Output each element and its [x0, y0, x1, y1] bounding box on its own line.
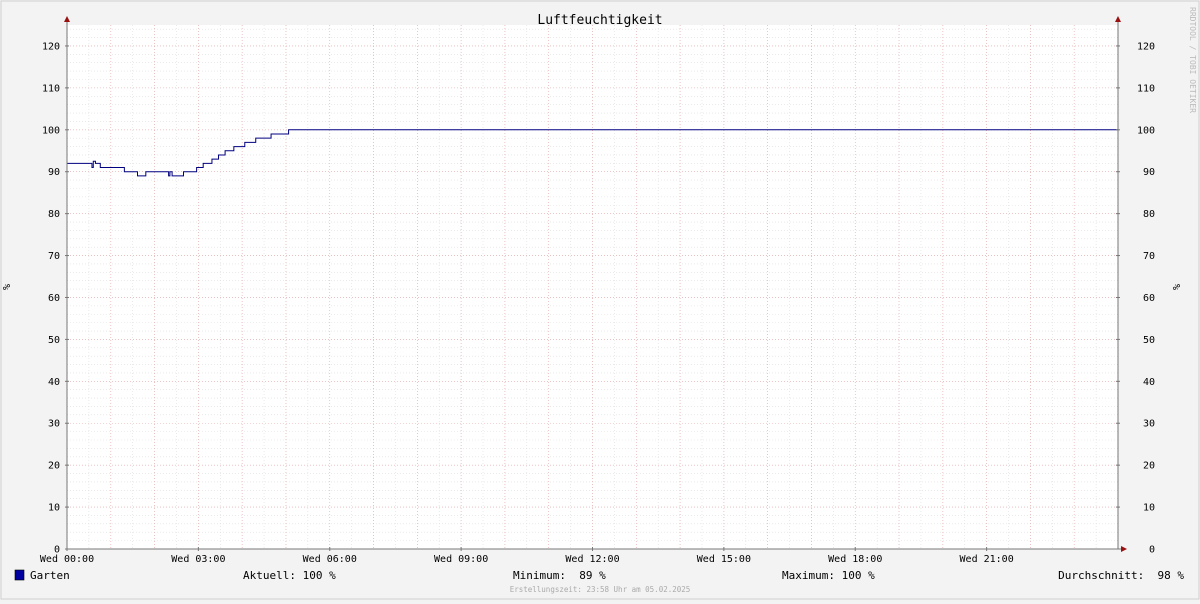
stat-durchschnitt-label: Durchschnitt: — [1058, 569, 1144, 582]
y-tick-label-right: 110 — [1137, 83, 1155, 94]
y-tick-label-right: 60 — [1143, 293, 1155, 304]
stat-aktuell-label: Aktuell: — [243, 569, 296, 582]
x-tick-label: Wed 06:00 — [303, 554, 357, 565]
x-tick-label: Wed 03:00 — [171, 554, 225, 565]
chart-title: Luftfeuchtigkeit — [537, 13, 662, 28]
y-tick-label-left: 10 — [48, 503, 60, 514]
y-tick-label-left: 20 — [48, 461, 60, 472]
y-axis-label-right: % — [1172, 284, 1183, 290]
y-tick-label-left: 50 — [48, 335, 60, 346]
y-tick-label-right: 100 — [1137, 125, 1155, 136]
x-tick-label: Wed 15:00 — [697, 554, 751, 565]
x-tick-label: Wed 09:00 — [434, 554, 488, 565]
stat-minimum-value: 89 % — [573, 569, 606, 582]
x-tick-label: Wed 18:00 — [828, 554, 882, 565]
stat-maximum-label: Maximum: — [782, 569, 835, 582]
y-tick-label-right: 20 — [1143, 461, 1155, 472]
legend-label-garten: Garten — [30, 569, 70, 582]
x-tick-label: Wed 00:00 — [40, 554, 94, 565]
x-tick-label: Wed 12:00 — [565, 554, 619, 565]
stat-aktuell: Aktuell: 100 % — [243, 569, 336, 582]
footer-timestamp: Erstellungszeit: 23:58 Uhr am 05.02.2025 — [510, 585, 691, 594]
stat-minimum: Minimum: 89 % — [513, 569, 606, 582]
chart: 0 10 20 30 40 50 60 70 80 90 100 110 120 0 10 20 30 40 50… — [0, 0, 1200, 600]
y-tick-label-right: 0 — [1149, 545, 1155, 556]
y-tick-label-right: 80 — [1143, 209, 1155, 220]
y-tick-label-right: 50 — [1143, 335, 1155, 346]
y-axis-label-left: % — [2, 284, 13, 290]
y-tick-label-left: 120 — [42, 41, 60, 52]
stat-durchschnitt: Durchschnitt: 98 % — [1058, 569, 1184, 582]
watermark: RRDTOOL / TOBI OETIKER — [1188, 7, 1197, 113]
y-tick-label-right: 120 — [1137, 41, 1155, 52]
y-tick-label-left: 30 — [48, 419, 60, 430]
y-tick-label-right: 90 — [1143, 167, 1155, 178]
stat-aktuell-value: 100 % — [303, 569, 336, 582]
y-tick-label-left: 90 — [48, 167, 60, 178]
stat-maximum-value: 100 % — [842, 569, 875, 582]
y-tick-label-left: 60 — [48, 293, 60, 304]
y-tick-label-left: 110 — [42, 83, 60, 94]
y-tick-label-left: 70 — [48, 251, 60, 262]
y-tick-label-right: 10 — [1143, 503, 1155, 514]
y-tick-label-left: 40 — [48, 377, 60, 388]
y-tick-label-right: 30 — [1143, 419, 1155, 430]
legend-swatch-garten — [14, 569, 25, 581]
stat-durchschnitt-value: 98 % — [1151, 569, 1184, 582]
stat-minimum-label: Minimum: — [513, 569, 566, 582]
y-tick-label-right: 70 — [1143, 251, 1155, 262]
y-tick-label-right: 40 — [1143, 377, 1155, 388]
x-tick-label: Wed 21:00 — [960, 554, 1014, 565]
stat-maximum: Maximum: 100 % — [782, 569, 875, 582]
y-tick-label-left: 80 — [48, 209, 60, 220]
y-tick-label-left: 100 — [42, 125, 60, 136]
chart-svg: 0102030405060708090100110120 01020304050… — [0, 0, 1200, 600]
